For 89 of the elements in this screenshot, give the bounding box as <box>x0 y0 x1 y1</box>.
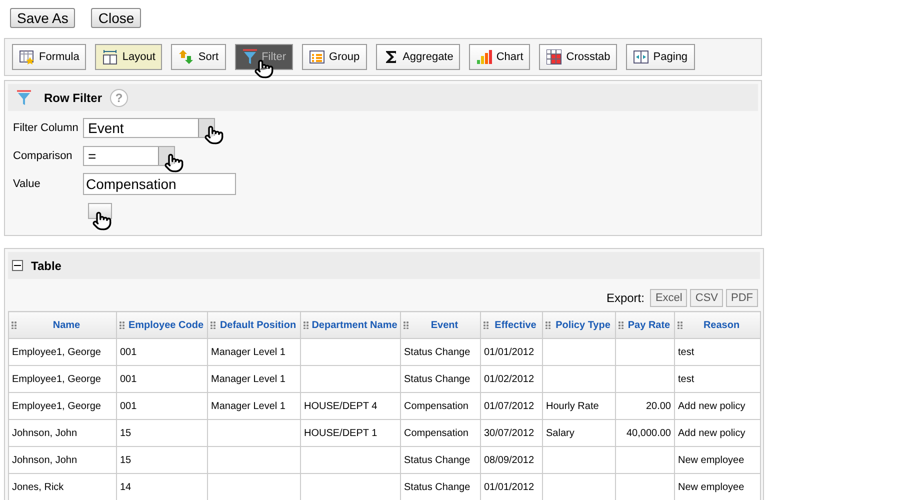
table-cell: Compensation <box>400 420 480 446</box>
table-cell: 15 <box>116 420 208 446</box>
drag-handle-icon[interactable] <box>403 321 409 329</box>
table-cell: Employee1, George <box>8 392 116 420</box>
toolbar-button[interactable]: Formula <box>12 44 86 70</box>
drag-handle-icon[interactable] <box>618 321 624 329</box>
panel-title: Table <box>31 258 62 274</box>
table-cell: Manager Level 1 <box>208 366 300 392</box>
funnel-icon <box>16 90 32 106</box>
table-cell: 20.00 <box>616 392 674 420</box>
table-cell: Status Change <box>400 366 480 392</box>
column-header[interactable]: Employee Code <box>116 312 208 338</box>
table-cell: 15 <box>116 446 208 474</box>
table-cell: New employee <box>674 446 760 474</box>
drag-handle-icon[interactable] <box>303 321 309 329</box>
toolbar-button[interactable]: Aggregate <box>376 44 460 70</box>
drag-handle-icon[interactable] <box>483 321 489 329</box>
table-cell: Jones, Rick <box>8 474 116 500</box>
column-header[interactable]: Department Name <box>300 312 400 338</box>
table-cell: HOUSE/DEPT 1 <box>300 420 400 446</box>
column-header[interactable]: Policy Type <box>542 312 616 338</box>
toolbar-button[interactable]: Layout <box>95 44 162 70</box>
table-cell <box>616 446 674 474</box>
top-button[interactable]: Save As <box>10 8 76 28</box>
column-header[interactable]: Effective <box>480 312 542 338</box>
column-header[interactable]: Reason <box>674 312 760 338</box>
toolbar-button[interactable]: Crosstab <box>539 44 618 70</box>
list-icon <box>309 49 326 65</box>
table-cell: 30/07/2012 <box>480 420 542 446</box>
export-button[interactable]: PDF <box>726 289 758 307</box>
funnel-icon <box>242 49 258 65</box>
table-cell: HOUSE/DEPT 4 <box>300 392 400 420</box>
table-cell: Status Change <box>400 446 480 474</box>
table-cell: test <box>674 366 760 392</box>
table-cell: Employee1, George <box>8 338 116 366</box>
table-cell: Add new policy <box>674 420 760 446</box>
table-cell: 01/02/2012 <box>480 366 542 392</box>
column-header[interactable]: Pay Rate <box>616 312 674 338</box>
table-cell: Compensation <box>400 392 480 420</box>
table-cell: 01/07/2012 <box>480 392 542 420</box>
table-cell <box>616 366 674 392</box>
drag-handle-icon[interactable] <box>545 321 551 329</box>
toolbar-button[interactable]: Paging <box>626 44 695 70</box>
grid-icon <box>546 49 562 65</box>
table-cell: 01/01/2012 <box>480 338 542 366</box>
table-cell: Johnson, John <box>8 420 116 446</box>
table-cell <box>616 338 674 366</box>
column-header[interactable]: Name <box>8 312 116 338</box>
table-cell: 001 <box>116 366 208 392</box>
table-cell: Add new policy <box>674 392 760 420</box>
hand-cursor-icon <box>92 211 112 231</box>
export-label: Export: <box>606 290 644 307</box>
drag-handle-icon[interactable] <box>210 321 216 329</box>
column-header[interactable]: Event <box>400 312 480 338</box>
table-star-icon <box>19 49 35 65</box>
collapse-icon[interactable] <box>12 260 23 271</box>
top-button[interactable]: Close <box>91 8 142 28</box>
export-button[interactable]: Excel <box>650 289 688 307</box>
table-cell: Johnson, John <box>8 446 116 474</box>
table-cell: Employee1, George <box>8 366 116 392</box>
field-label: Filter Column <box>13 120 80 136</box>
column-header[interactable]: Default Position <box>208 312 300 338</box>
table-cell: Manager Level 1 <box>208 338 300 366</box>
columns-icon <box>102 49 118 65</box>
toolbar-button[interactable]: Sort <box>171 44 226 70</box>
table-cell: 001 <box>116 338 208 366</box>
table-cell: Hourly Rate <box>542 392 616 420</box>
drag-handle-icon[interactable] <box>11 321 17 329</box>
bar-chart-icon <box>476 49 492 65</box>
panel-title: Row Filter <box>44 90 102 106</box>
drag-handle-icon[interactable] <box>119 321 125 329</box>
table-cell: 08/09/2012 <box>480 446 542 474</box>
toolbar-button[interactable]: Chart <box>469 44 530 70</box>
table-cell: 001 <box>116 392 208 420</box>
export-button[interactable]: CSV <box>690 289 723 307</box>
drag-handle-icon[interactable] <box>677 321 683 329</box>
table-cell: 40,000.00 <box>616 420 674 446</box>
table-cell: Manager Level 1 <box>208 392 300 420</box>
sort-arrows-icon <box>178 49 194 65</box>
field-label: Comparison <box>13 148 74 164</box>
hand-cursor-icon <box>164 153 184 173</box>
table-cell: test <box>674 338 760 366</box>
hand-cursor-icon <box>204 125 224 145</box>
field-label: Value <box>13 176 42 192</box>
table-cell: Salary <box>542 420 616 446</box>
paging-icon <box>633 49 650 65</box>
value-field[interactable]: Compensation <box>83 173 236 195</box>
toolbar-button[interactable]: Group <box>302 44 367 70</box>
table-cell: Status Change <box>400 338 480 366</box>
